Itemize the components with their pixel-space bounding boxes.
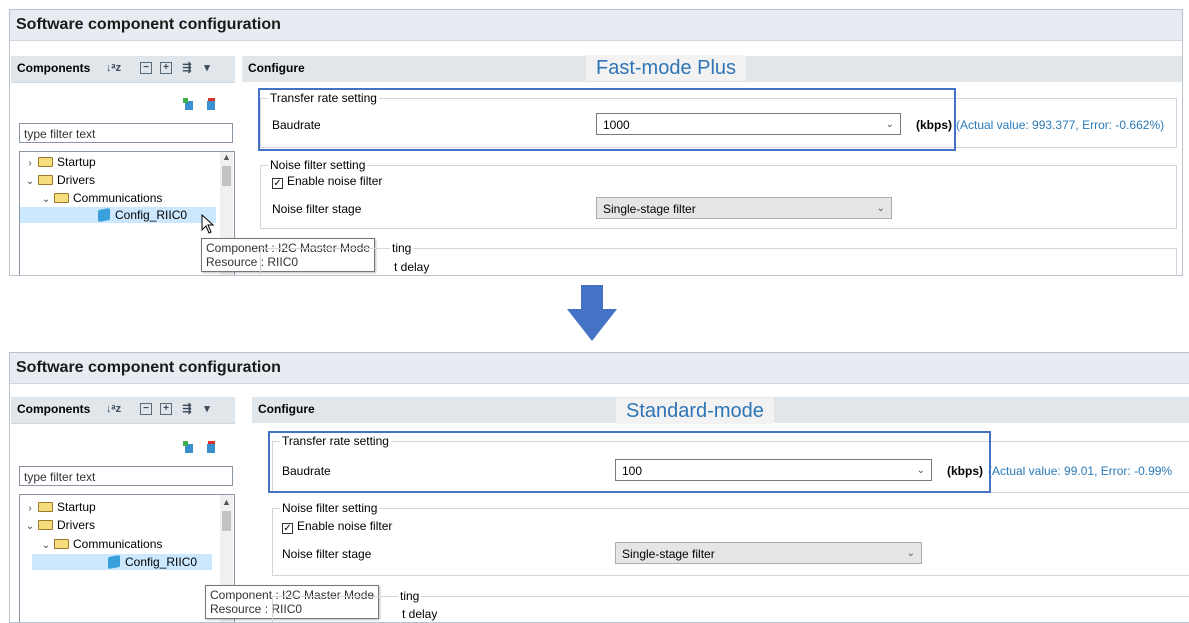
scroll-up-icon[interactable]: ▲ [220, 152, 233, 162]
sort-az-icon[interactable]: ↓ᵃz [106, 62, 121, 74]
folder-icon [38, 175, 53, 185]
tree-item-label: Drivers [57, 518, 95, 532]
scroll-thumb[interactable] [222, 166, 231, 186]
collapse-all-icon[interactable]: − [140, 62, 152, 74]
partial-group-title: ting [390, 241, 414, 255]
remove-component-icon[interactable] [205, 97, 217, 110]
chevron-right-icon[interactable]: › [24, 501, 36, 517]
partial-delay-label: t delay [402, 607, 438, 621]
expand-all-icon[interactable]: + [160, 62, 172, 74]
components-label: Components [17, 61, 91, 75]
tree-item-label: Communications [73, 191, 163, 205]
partial-group-title: ting [398, 589, 422, 603]
sort-az-icon[interactable]: ↓ᵃz [106, 403, 121, 415]
link-icon[interactable]: ⇶ [181, 62, 193, 74]
chevron-down-icon[interactable]: ⌄ [24, 519, 36, 535]
folder-icon [38, 157, 53, 167]
actual-value-text: (Actual value: 993.377, Error: -0.662%) [956, 118, 1165, 132]
mode-label: Fast-mode Plus [586, 55, 747, 81]
component-tree: › Startup ⌄ Drivers ⌄ Communications Config… [19, 494, 235, 622]
add-component-icon[interactable] [183, 440, 195, 453]
expand-all-icon[interactable]: + [160, 403, 172, 415]
folder-icon [54, 193, 69, 203]
configure-label: Configure [258, 402, 315, 416]
transfer-highlight-box [258, 88, 956, 151]
filter-input[interactable]: type filter text [19, 123, 233, 143]
noise-filter-stage-value: Single-stage filter [622, 547, 715, 561]
chevron-right-icon[interactable]: › [24, 156, 36, 172]
mouse-cursor-icon [201, 214, 215, 234]
panel-title: Software component configuration [10, 353, 1189, 384]
enable-noise-filter-checkbox[interactable]: ✓ Enable noise filter [282, 519, 392, 534]
components-label: Components [17, 402, 91, 416]
collapse-all-icon[interactable]: − [140, 403, 152, 415]
panel-title: Software component configuration [10, 10, 1182, 41]
add-component-icon[interactable] [183, 97, 195, 110]
tree-item-communications[interactable]: ⌄ Communications [40, 190, 163, 208]
components-header: Components ↓ᵃz − + ⇶ ▾ [11, 397, 235, 424]
partial-delay-label: t delay [394, 260, 430, 274]
folder-icon [38, 502, 53, 512]
config-panel-top: Software component configuration Compone… [9, 9, 1183, 276]
link-icon[interactable]: ⇶ [181, 403, 193, 415]
checkbox-checked-icon[interactable]: ✓ [282, 523, 293, 534]
config-panel-bottom: Software component configuration Compone… [9, 352, 1189, 623]
tree-item-config-riic0[interactable]: Config_RIIC0 [20, 207, 216, 223]
components-body: type filter text › Startup ⌄ Drivers ⌄ Comm… [11, 424, 235, 622]
scroll-up-icon[interactable]: ▲ [220, 497, 233, 507]
tree-item-label: Config_RIIC0 [125, 555, 198, 569]
noise-filter-stage-label: Noise filter stage [282, 547, 372, 561]
configure-label: Configure [248, 61, 305, 75]
tree-item-drivers[interactable]: ⌄ Drivers [24, 172, 95, 188]
tree-item-label: Config_RIIC0 [115, 208, 188, 222]
noise-filter-stage-combo[interactable]: Single-stage filter ⌄ [615, 542, 922, 564]
tree-item-startup[interactable]: › Startup [24, 154, 96, 172]
scroll-thumb[interactable] [222, 511, 231, 531]
chevron-down-icon[interactable]: ⌄ [24, 174, 36, 190]
chevron-down-icon[interactable]: ▾ [201, 403, 213, 415]
enable-noise-filter-label: Enable noise filter [297, 519, 393, 533]
folder-icon [38, 520, 53, 530]
tree-item-communications[interactable]: ⌄ Communications [40, 536, 163, 554]
noise-filter-stage-combo[interactable]: Single-stage filter ⌄ [596, 197, 892, 219]
folder-icon [54, 539, 69, 549]
component-icon [98, 207, 110, 223]
tree-item-config-riic0[interactable]: Config_RIIC0 [32, 554, 212, 570]
tree-item-label: Startup [57, 155, 96, 169]
filter-input[interactable]: type filter text [19, 466, 233, 486]
checkbox-checked-icon[interactable]: ✓ [272, 178, 283, 189]
chevron-down-icon[interactable]: ⌄ [907, 543, 915, 565]
chevron-down-icon[interactable]: ⌄ [877, 198, 885, 220]
noise-filter-stage-label: Noise filter stage [272, 202, 362, 216]
noise-filter-stage-value: Single-stage filter [603, 202, 696, 216]
actual-value-text: (Actual value: 99.01, Error: -0.99% [988, 464, 1173, 478]
mode-label: Standard-mode [616, 398, 774, 424]
tree-item-label: Startup [57, 500, 96, 514]
remove-component-icon[interactable] [205, 440, 217, 453]
enable-noise-filter-checkbox[interactable]: ✓ Enable noise filter [272, 174, 382, 189]
chevron-down-icon[interactable]: ▾ [201, 62, 213, 74]
tree-item-label: Communications [73, 537, 163, 551]
transfer-highlight-box [268, 431, 991, 493]
tree-item-drivers[interactable]: ⌄ Drivers [24, 517, 95, 533]
chevron-down-icon[interactable]: ⌄ [40, 192, 52, 208]
noise-filter-group-title: Noise filter setting [280, 501, 380, 515]
enable-noise-filter-label: Enable noise filter [287, 174, 383, 188]
tree-item-label: Drivers [57, 173, 95, 187]
chevron-down-icon[interactable]: ⌄ [40, 538, 52, 554]
arrow-down-icon [567, 285, 617, 341]
tree-item-startup[interactable]: › Startup [24, 499, 96, 517]
components-header: Components ↓ᵃz − + ⇶ ▾ [11, 56, 235, 83]
component-icon [108, 554, 120, 570]
noise-filter-group-title: Noise filter setting [268, 158, 368, 172]
